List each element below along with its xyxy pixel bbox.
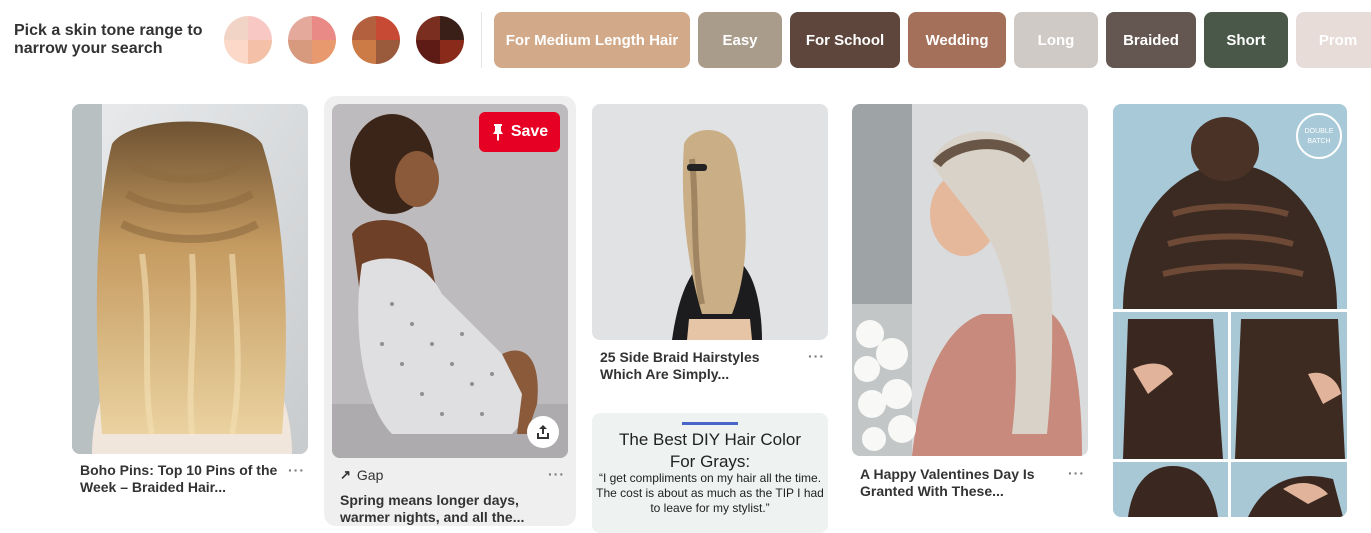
filter-chip-for-school[interactable]: For School (790, 12, 900, 68)
filter-chip-medium-length[interactable]: For Medium Length Hair (494, 12, 690, 68)
filter-chip-easy[interactable]: Easy (698, 12, 782, 68)
divider (481, 12, 482, 68)
card-headline: The Best DIY Hair Color For Grays: (618, 430, 802, 471)
filter-chip-prom[interactable]: Prom (1296, 12, 1371, 68)
skin-tone-swatch-dark[interactable] (416, 16, 464, 64)
pushpin-icon (492, 124, 503, 141)
skin-tone-swatch-medium-dark[interactable] (352, 16, 400, 64)
share-button[interactable] (527, 416, 559, 448)
save-button[interactable]: Save (479, 112, 560, 152)
pin-card[interactable]: DOUBLE BATCH (1113, 104, 1347, 517)
woman-sundress-image[interactable] (332, 104, 568, 458)
braided-blonde-hair-image[interactable] (72, 104, 308, 454)
card-quote: “I get compliments on my hair all the ti… (596, 471, 824, 515)
skin-tone-and-filter-bar: Pick a skin tone range to narrow your se… (0, 0, 1371, 82)
woman-pink-dress-image[interactable] (852, 104, 1088, 456)
svg-text:DOUBLE: DOUBLE (1305, 128, 1334, 135)
side-braid-image[interactable] (592, 104, 828, 340)
pin-title[interactable]: Spring means longer days, warmer nights,… (340, 492, 530, 526)
diy-hair-color-card[interactable]: The Best DIY Hair Color For Grays: “I ge… (592, 413, 828, 533)
pin-card[interactable]: A Happy Valentines Day Is Granted With T… (852, 104, 1088, 517)
promoted-source[interactable]: ↗ Gap (340, 467, 383, 483)
pin-title[interactable]: 25 Side Braid Hairstyles Which Are Simpl… (600, 349, 800, 383)
save-button-label: Save (510, 123, 549, 140)
skin-tone-prompt: Pick a skin tone range to narrow your se… (14, 22, 203, 57)
skin-tone-swatch-medium-light[interactable] (288, 16, 336, 64)
accent-line (682, 422, 738, 425)
more-options-icon[interactable]: ··· (1068, 465, 1085, 481)
share-icon (537, 425, 549, 439)
french-braid-tutorial-image[interactable]: DOUBLE BATCH (1113, 104, 1347, 517)
svg-text:BATCH: BATCH (1307, 138, 1330, 145)
pin-title[interactable]: A Happy Valentines Day Is Granted With T… (860, 466, 1060, 500)
skin-tone-swatch-light[interactable] (224, 16, 272, 64)
pin-card[interactable]: Boho Pins: Top 10 Pins of the Week – Bra… (72, 104, 308, 517)
pin-title[interactable]: Boho Pins: Top 10 Pins of the Week – Bra… (80, 462, 280, 496)
more-options-icon[interactable]: ··· (808, 348, 825, 364)
filter-chip-short[interactable]: Short (1204, 12, 1288, 68)
filter-chip-braided[interactable]: Braided (1106, 12, 1196, 68)
pin-card-text[interactable]: The Best DIY Hair Color For Grays: “I ge… (592, 413, 828, 533)
pin-card-promoted[interactable]: Save ↗ Gap ··· Spring means longer days,… (332, 104, 568, 525)
more-options-icon[interactable]: ··· (548, 466, 565, 482)
external-link-arrow-icon: ↗ (340, 467, 351, 482)
more-options-icon[interactable]: ··· (288, 462, 305, 478)
filter-chip-wedding[interactable]: Wedding (908, 12, 1006, 68)
pin-card[interactable]: 25 Side Braid Hairstyles Which Are Simpl… (592, 104, 828, 382)
filter-chip-long[interactable]: Long (1014, 12, 1098, 68)
source-name: Gap (356, 467, 384, 483)
